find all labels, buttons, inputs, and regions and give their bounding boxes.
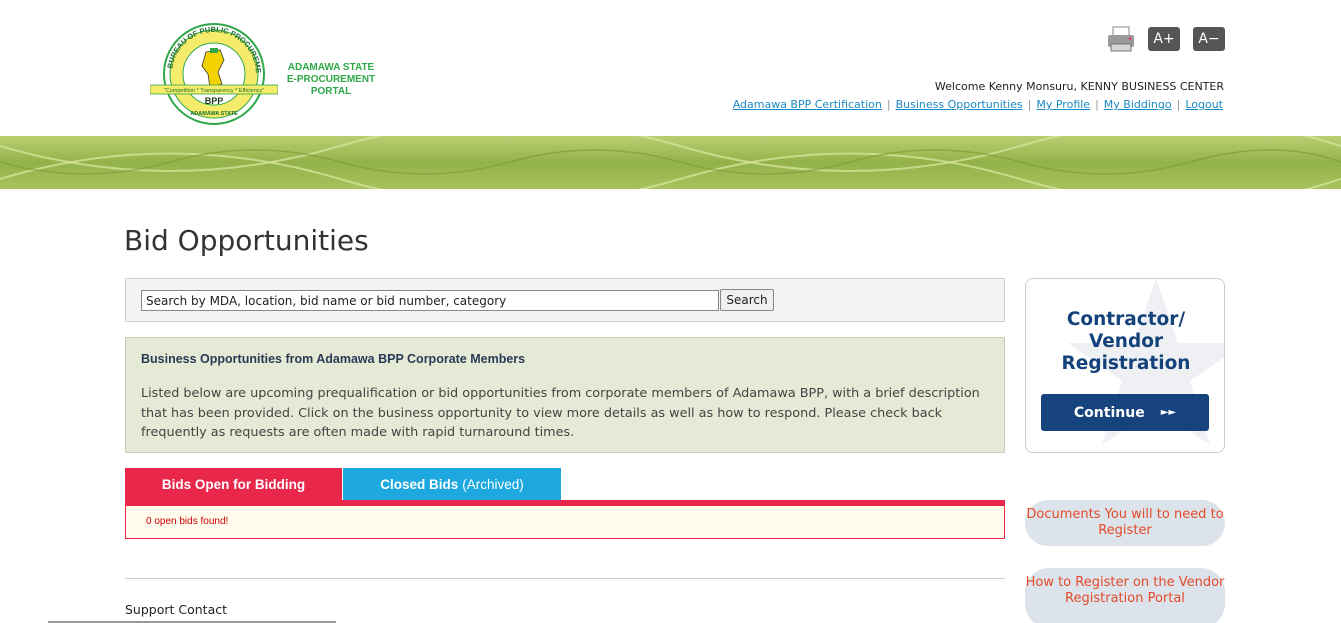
- welcome-text: Welcome Kenny Monsuru, KENNY BUSINESS CE…: [935, 80, 1224, 93]
- info-text: Listed below are upcoming prequalificati…: [141, 386, 980, 440]
- tab-open-bids-label: Bids Open for Bidding: [161, 476, 306, 492]
- how-to-register-link[interactable]: How to Register on the Vendor Registrati…: [1025, 568, 1225, 623]
- page-title: Bid Opportunities: [124, 224, 369, 257]
- portal-name-line1: ADAMAWA STATE: [287, 62, 375, 73]
- welcome-prefix: Welcome: [934, 80, 986, 93]
- top-nav: Adamawa BPP Certification | Business Opp…: [733, 98, 1223, 111]
- nav-bpp-certification[interactable]: Adamawa BPP Certification: [733, 98, 882, 111]
- registration-title-line3: Registration: [1061, 353, 1191, 374]
- tab-closed-bids-sublabel: (Archived): [462, 476, 524, 492]
- registration-title-line2: Vendor: [1088, 331, 1164, 352]
- nav-separator: |: [1095, 98, 1099, 111]
- portal-name-line2: E-PROCUREMENT PORTAL: [286, 74, 376, 97]
- tab-open-bids[interactable]: Bids Open for Bidding: [125, 468, 342, 500]
- tab-closed-bids-label: Closed Bids: [380, 476, 459, 492]
- portal-name: ADAMAWA STATE E-PROCUREMENT PORTAL: [266, 62, 396, 98]
- results-panel: 0 open bids found!: [125, 506, 1005, 539]
- vendor-registration-card[interactable]: Contractor/ Vendor Registration Continue…: [1025, 278, 1225, 453]
- welcome-user: Kenny Monsuru, KENNY BUSINESS CENTER: [988, 80, 1224, 93]
- double-arrow-icon: ►►: [1160, 407, 1177, 418]
- continue-label: Continue: [1073, 404, 1145, 421]
- nav-separator: |: [1027, 98, 1032, 111]
- decorative-banner: [0, 136, 1341, 189]
- nav-my-profile[interactable]: My Profile: [1036, 98, 1090, 111]
- info-panel: Business Opportunities from Adamawa BPP …: [125, 337, 1005, 453]
- nav-business-opportunities[interactable]: Business Opportunities: [896, 98, 1023, 111]
- bpp-logo[interactable]: "Competition * Transparency * Efficiency…: [150, 22, 278, 126]
- registration-title: Contractor/ Vendor Registration: [1026, 309, 1224, 375]
- nav-separator: |: [886, 98, 891, 111]
- tab-closed-bids[interactable]: Closed Bids (Archived): [343, 468, 561, 500]
- registration-title-line1: Contractor/: [1066, 309, 1186, 330]
- svg-text:ADAMAWA STATE: ADAMAWA STATE: [190, 111, 238, 117]
- font-increase-button[interactable]: A+: [1148, 27, 1180, 51]
- continue-button[interactable]: Continue ►►: [1041, 394, 1209, 431]
- search-panel: Search: [125, 278, 1005, 322]
- results-message: 0 open bids found!: [146, 516, 229, 527]
- font-decrease-button[interactable]: A−: [1193, 27, 1225, 51]
- svg-text:BPP: BPP: [205, 96, 224, 106]
- search-input[interactable]: [141, 290, 719, 311]
- nav-logout[interactable]: Logout: [1185, 98, 1223, 111]
- search-button[interactable]: Search: [720, 289, 774, 311]
- header-tools: A+ A−: [1107, 26, 1225, 52]
- info-title: Business Opportunities from Adamawa BPP …: [141, 352, 526, 366]
- site-header: "Competition * Transparency * Efficiency…: [0, 0, 1341, 136]
- nav-separator: |: [1176, 98, 1181, 111]
- print-icon[interactable]: [1107, 26, 1135, 52]
- support-heading: Support Contact: [125, 602, 228, 617]
- divider: [125, 578, 1005, 579]
- nav-my-biddingo[interactable]: My Biddingo: [1104, 98, 1172, 111]
- svg-text:"Competition * Transparency *: "Competition * Transparency * Efficiency…: [164, 88, 264, 94]
- documents-link[interactable]: Documents You will to need to Register: [1025, 500, 1225, 546]
